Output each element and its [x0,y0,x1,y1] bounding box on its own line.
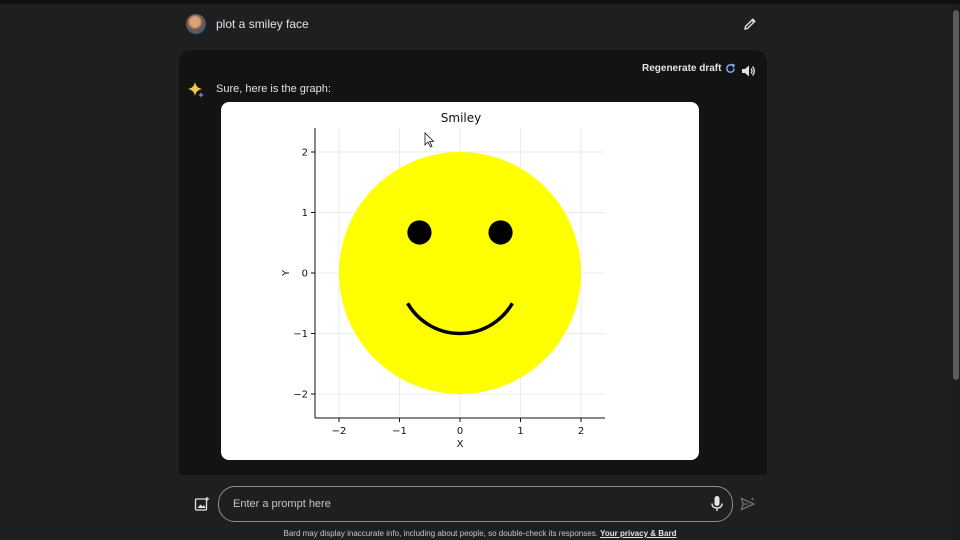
x-tick-label: −1 [392,426,407,437]
send-icon[interactable] [740,496,756,512]
avatar [186,14,206,34]
y-axis-label: Y [281,269,292,277]
add-image-icon[interactable] [194,496,210,512]
footer-disclaimer: Bard may display inaccurate info, includ… [0,529,960,538]
refresh-icon [726,63,736,73]
sparkle-icon [188,82,204,98]
y-tick-label: −2 [293,390,308,401]
privacy-link[interactable]: Your privacy & Bard [600,529,676,538]
regenerate-draft-button[interactable]: Regenerate draft [642,63,736,74]
user-prompt-row: plot a smiley face [186,14,766,38]
y-tick-label: −1 [293,329,308,340]
window-top-edge [0,0,960,4]
disclaimer-text: Bard may display inaccurate info, includ… [283,529,598,538]
response-panel: Regenerate draft Sure, here is the graph… [179,50,767,475]
chart-face-layer [339,152,581,394]
chart-svg: −2 −1 0 1 2 2 1 0 −1 −2 Smiley X Y [281,111,605,450]
x-tick-label: 2 [578,426,584,437]
mic-icon[interactable] [709,495,725,513]
right-eye [488,220,513,245]
chart-card: −2 −1 0 1 2 2 1 0 −1 −2 Smiley X Y [221,102,699,460]
x-axis-label: X [457,439,464,450]
prompt-bar [192,486,762,522]
y-tick-label: 2 [302,148,308,159]
y-tick-label: 0 [302,269,308,280]
y-tick-label: 1 [302,208,308,219]
left-eye [407,220,432,245]
prompt-box [218,486,733,522]
x-tick-label: −2 [332,426,347,437]
x-tick-label: 1 [517,426,523,437]
prompt-input[interactable] [231,495,675,513]
chart-title: Smiley [441,111,481,125]
edit-icon[interactable] [742,16,758,32]
response-text: Sure, here is the graph: [216,83,331,95]
regenerate-label: Regenerate draft [642,63,722,74]
mouse-cursor-icon [424,132,435,148]
scrollbar-thumb[interactable] [953,10,959,380]
speaker-icon[interactable] [740,63,756,79]
user-prompt-text: plot a smiley face [216,17,309,31]
face-circle [339,152,581,394]
x-tick-label: 0 [457,426,463,437]
